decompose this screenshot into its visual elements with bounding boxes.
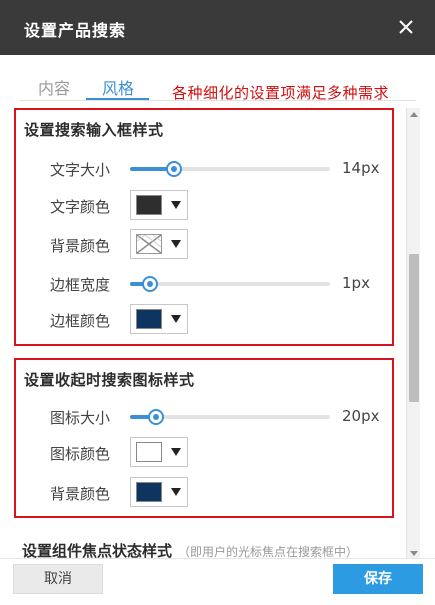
icon-size-label: 图标大小 [50, 409, 111, 427]
save-button[interactable]: 保存 [333, 564, 423, 594]
border-width-label: 边框宽度 [50, 276, 111, 294]
icon-bg-color-picker[interactable] [130, 477, 188, 507]
slider-thumb[interactable] [148, 409, 164, 425]
icon-size-row: 图标大小 20px [16, 400, 392, 434]
border-color-picker[interactable] [130, 304, 188, 334]
cancel-button[interactable]: 取消 [13, 564, 103, 594]
icon-color-label: 图标颜色 [50, 445, 111, 463]
icon-style-section: 设置收起时搜索图标样式 图标大小 20px 图标颜色 背景颜色 [14, 358, 394, 518]
section-title: 设置搜索输入框样式 [24, 121, 164, 139]
input-style-section: 设置搜索输入框样式 文字大小 14px 文字颜色 背景颜色 边框宽度 1px 边… [14, 108, 394, 346]
close-icon[interactable] [393, 14, 419, 40]
font-size-label: 文字大小 [50, 161, 111, 179]
font-color-row: 文字颜色 [16, 189, 392, 223]
input-bg-color-picker[interactable] [130, 229, 188, 259]
icon-size-value: 20px [342, 407, 380, 425]
section-note: （即用户的光标焦点在搜索框中） [178, 545, 359, 558]
bg-color-label: 背景颜色 [50, 237, 111, 255]
icon-color-picker[interactable] [130, 437, 188, 467]
section-title: 设置组件焦点状态样式 [22, 542, 173, 558]
input-bg-color-row: 背景颜色 [16, 228, 392, 262]
section-title: 设置收起时搜索图标样式 [24, 371, 195, 389]
border-color-row: 边框颜色 [16, 303, 392, 337]
scroll-down-arrow-icon[interactable] [410, 551, 418, 556]
scroll-up-arrow-icon[interactable] [410, 112, 418, 117]
dropdown-arrow-icon [171, 315, 181, 323]
slider-thumb[interactable] [142, 276, 158, 292]
focus-style-section-title: 设置组件焦点状态样式 （即用户的光标焦点在搜索框中） [22, 540, 358, 558]
annotation-text: 各种细化的设置项满足多种需求 [172, 84, 390, 102]
color-swatch [136, 195, 162, 215]
border-color-label: 边框颜色 [50, 312, 111, 330]
font-size-value: 14px [342, 159, 380, 177]
color-swatch [136, 482, 162, 502]
dropdown-arrow-icon [171, 448, 181, 456]
dropdown-arrow-icon [171, 488, 181, 496]
icon-color-row: 图标颜色 [16, 436, 392, 470]
dialog-footer: 取消 保存 [0, 558, 435, 605]
settings-panel: 设置搜索输入框样式 文字大小 14px 文字颜色 背景颜色 边框宽度 1px 边… [0, 108, 435, 558]
border-width-slider[interactable] [130, 276, 330, 292]
dropdown-arrow-icon [171, 240, 181, 248]
icon-bg-color-label: 背景颜色 [50, 485, 111, 503]
transparent-color-icon [136, 234, 162, 254]
font-color-label: 文字颜色 [50, 198, 111, 216]
border-width-row: 边框宽度 1px [16, 267, 392, 301]
dialog-title: 设置产品搜索 [24, 21, 127, 40]
font-size-row: 文字大小 14px [16, 152, 392, 186]
color-swatch [136, 442, 162, 462]
slider-thumb[interactable] [166, 161, 182, 177]
scrollbar-thumb[interactable] [409, 254, 419, 402]
font-size-slider[interactable] [130, 161, 330, 177]
border-width-value: 1px [342, 274, 370, 292]
icon-bg-color-row: 背景颜色 [16, 476, 392, 510]
font-color-picker[interactable] [130, 190, 188, 220]
icon-size-slider[interactable] [130, 409, 330, 425]
color-swatch [136, 309, 162, 329]
dialog-titlebar: 设置产品搜索 [0, 0, 435, 55]
vertical-scrollbar[interactable] [406, 108, 420, 560]
dropdown-arrow-icon [171, 201, 181, 209]
tab-bar: 内容 风格 各种细化的设置项满足多种需求 [0, 55, 435, 108]
